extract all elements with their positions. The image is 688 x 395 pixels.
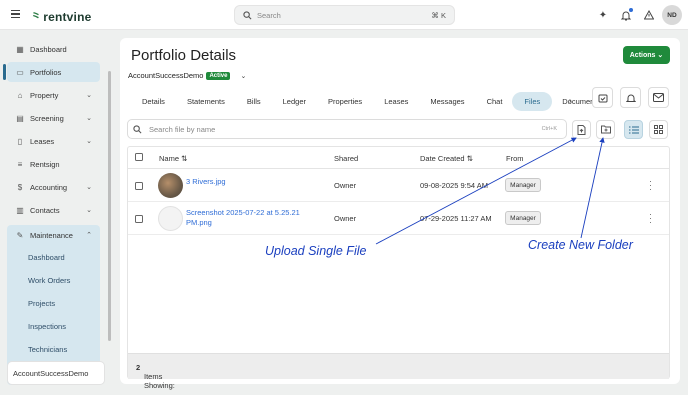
annotation-arrows	[375, 137, 605, 245]
folder-arrow	[580, 137, 605, 239]
annotation-upload: Upload Single File	[265, 244, 367, 258]
annotation-create-folder: Create New Folder	[528, 238, 633, 252]
upload-arrow	[375, 137, 577, 245]
